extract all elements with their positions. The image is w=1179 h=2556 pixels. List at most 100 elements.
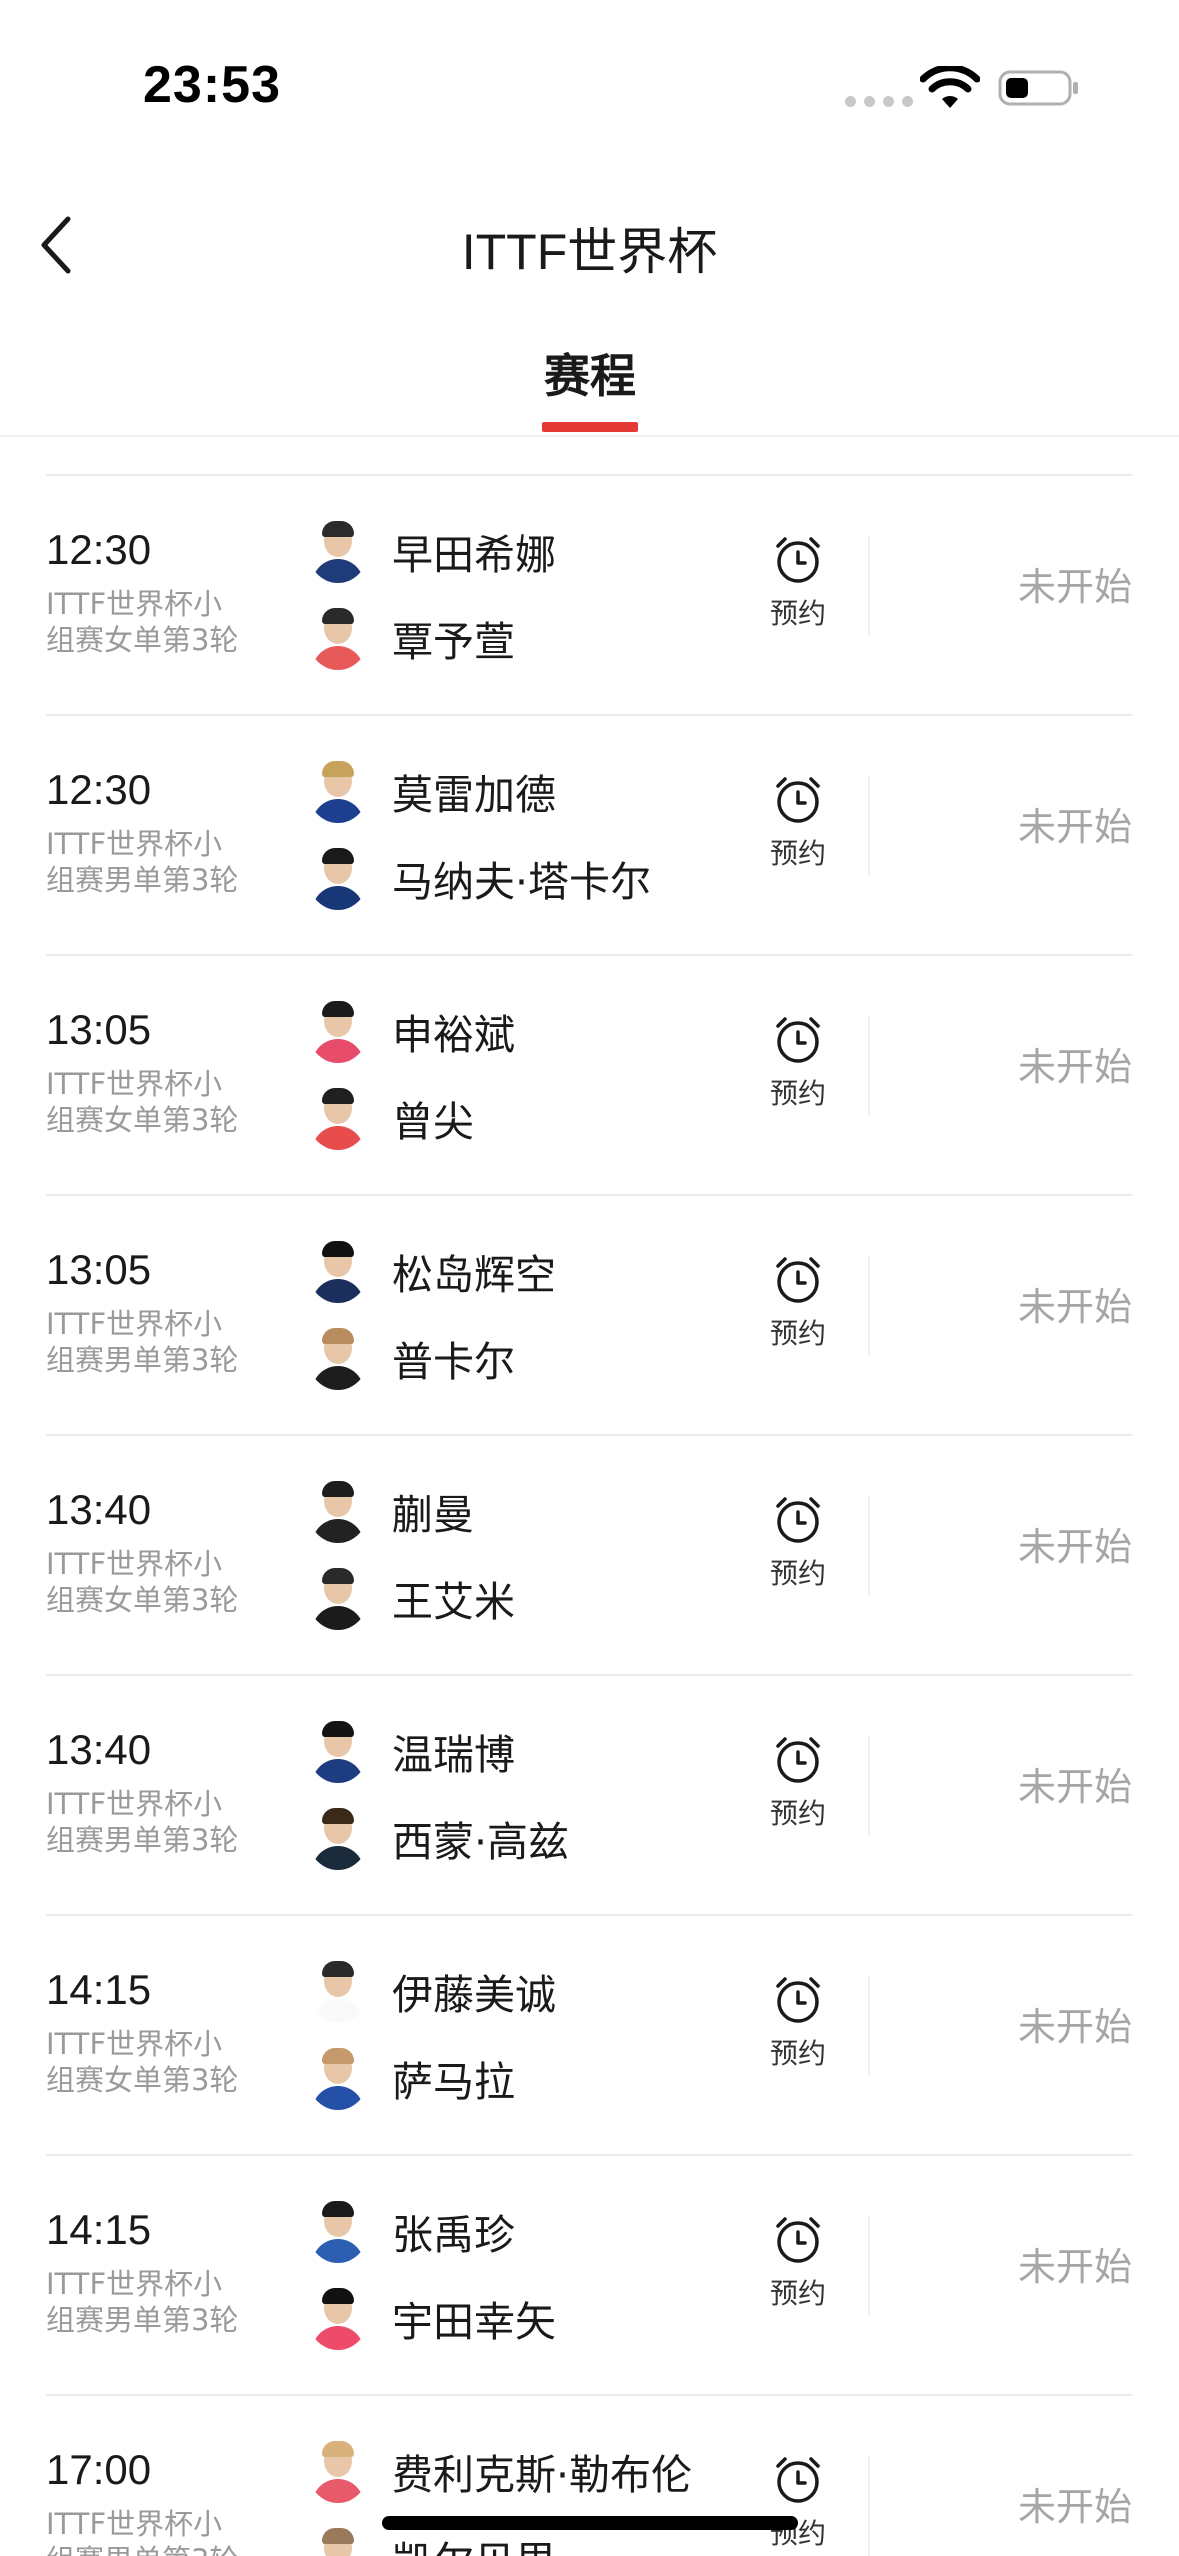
reserve-label: 预约 [769, 2277, 826, 2310]
match-row[interactable]: 12:30 ITTF世界杯小 组赛女单第3轮 早田希娜 覃予萱 预约 未开始 [46, 476, 1132, 716]
player-one[interactable]: 松岛辉空 [308, 1236, 556, 1306]
match-description: ITTF世界杯小 组赛女单第3轮 [46, 586, 266, 658]
player-one[interactable]: 温瑞博 [308, 1716, 515, 1786]
alarm-clock-icon [776, 777, 820, 823]
navigation-bar: ITTF世界杯 [0, 170, 1179, 310]
player-avatar [308, 2199, 368, 2263]
alarm-clock-icon [776, 2217, 820, 2263]
player-avatar [308, 519, 368, 583]
player-name: 曾尖 [392, 1098, 474, 1146]
player-one[interactable]: 伊藤美诚 [308, 1956, 556, 2026]
player-one[interactable]: 申裕斌 [308, 996, 515, 1066]
player-name: 宇田幸矢 [392, 2298, 556, 2346]
player-one[interactable]: 费利克斯·勒布伦 [308, 2436, 692, 2506]
player-name: 萨马拉 [392, 2058, 515, 2106]
battery-icon [998, 70, 1078, 106]
match-description-line: 组赛男单第3轮 [46, 2542, 266, 2556]
match-status: 未开始 [1017, 1285, 1132, 1329]
reserve-label: 预约 [769, 597, 826, 630]
match-status: 未开始 [1017, 2485, 1132, 2529]
divider [868, 1016, 870, 1116]
player-name: 松岛辉空 [392, 1251, 556, 1299]
player-avatar [308, 846, 368, 910]
divider [868, 2216, 870, 2316]
player-avatar [308, 1239, 368, 1303]
player-two[interactable]: 西蒙·高兹 [308, 1803, 569, 1873]
match-row[interactable]: 14:15 ITTF世界杯小 组赛女单第3轮 伊藤美诚 萨马拉 预约 未开始 [46, 1916, 1132, 2156]
match-status: 未开始 [1017, 2005, 1132, 2049]
player-one[interactable]: 蒯曼 [308, 1476, 474, 1546]
divider [868, 536, 870, 636]
player-two[interactable]: 覃予萱 [308, 603, 515, 673]
tab-bar: 赛程 [0, 320, 1179, 437]
alarm-clock-icon [776, 1497, 820, 1543]
player-name: 费利克斯·勒布伦 [392, 2451, 693, 2499]
wifi-icon [920, 66, 980, 108]
match-row[interactable]: 13:05 ITTF世界杯小 组赛男单第3轮 松岛辉空 普卡尔 预约 未开始 [46, 1196, 1132, 1436]
tab-schedule[interactable]: 赛程 [520, 340, 660, 406]
reserve-button[interactable]: 预约 [752, 1734, 844, 1832]
match-row[interactable]: 12:30 ITTF世界杯小 组赛男单第3轮 莫雷加德 马纳夫·塔卡尔 预约 未… [46, 716, 1132, 956]
alarm-clock-icon [776, 1977, 820, 2023]
status-bar: 23:53 [0, 0, 1179, 170]
reserve-button[interactable]: 预约 [752, 1974, 844, 2072]
player-avatar [308, 606, 368, 670]
player-name: 王艾米 [392, 1578, 515, 1626]
match-description-line: 组赛女单第3轮 [46, 1583, 239, 1617]
reserve-button[interactable]: 预约 [752, 2214, 844, 2312]
match-status: 未开始 [1017, 2245, 1132, 2289]
player-two[interactable]: 普卡尔 [308, 1323, 515, 1393]
player-two[interactable]: 宇田幸矢 [308, 2283, 556, 2353]
match-row[interactable]: 13:05 ITTF世界杯小 组赛女单第3轮 申裕斌 曾尖 预约 未开始 [46, 956, 1132, 1196]
match-time: 12:30 [46, 766, 152, 813]
reserve-button[interactable]: 预约 [752, 2454, 844, 2552]
match-description: ITTF世界杯小 组赛女单第3轮 [46, 1066, 266, 1138]
reserve-button[interactable]: 预约 [752, 1494, 844, 1592]
match-time: 13:05 [46, 1006, 152, 1053]
reserve-label: 预约 [769, 1557, 826, 1590]
player-two[interactable]: 马纳夫·塔卡尔 [308, 843, 651, 913]
player-avatar [308, 759, 368, 823]
player-two[interactable]: 王艾米 [308, 1563, 515, 1633]
match-description-line: 组赛男单第3轮 [46, 863, 239, 897]
player-one[interactable]: 莫雷加德 [308, 756, 556, 826]
match-status: 未开始 [1017, 1765, 1132, 1809]
match-row[interactable]: 17:00 ITTF世界杯小 组赛男单第3轮 费利克斯·勒布伦 凯尔贝里 [46, 2396, 1132, 2556]
match-description-line: 组赛女单第3轮 [46, 1103, 239, 1137]
divider [868, 2456, 870, 2556]
player-one[interactable]: 张禹珍 [308, 2196, 515, 2266]
player-avatar [308, 1719, 368, 1783]
reserve-button[interactable]: 预约 [752, 1254, 844, 1352]
alarm-clock-icon [776, 1017, 820, 1063]
match-status: 未开始 [1017, 805, 1132, 849]
match-description: ITTF世界杯小 组赛男单第3轮 [46, 2506, 266, 2556]
reserve-button[interactable]: 预约 [752, 774, 844, 872]
match-description-line: 组赛女单第3轮 [46, 623, 239, 657]
player-name: 伊藤美诚 [392, 1971, 556, 2019]
match-time: 17:00 [46, 2446, 152, 2493]
match-row[interactable]: 13:40 ITTF世界杯小 组赛女单第3轮 蒯曼 王艾米 预约 未开始 [46, 1436, 1132, 1676]
alarm-clock-icon [776, 537, 820, 583]
match-description: ITTF世界杯小 组赛男单第3轮 [46, 1306, 266, 1378]
player-two[interactable]: 曾尖 [308, 1083, 474, 1153]
alarm-clock-icon [776, 1257, 820, 1303]
player-name: 凯尔贝里 [392, 2528, 556, 2556]
player-avatar [308, 2286, 368, 2350]
player-avatar [308, 1566, 368, 1630]
reserve-button[interactable]: 预约 [752, 534, 844, 632]
reserve-button[interactable]: 预约 [752, 1014, 844, 1112]
status-time: 23:53 [143, 56, 281, 114]
reserve-label: 预约 [769, 1317, 826, 1350]
player-two[interactable]: 萨马拉 [308, 2043, 515, 2113]
match-time: 13:40 [46, 1726, 152, 1773]
alarm-clock-icon [776, 2457, 820, 2503]
match-row[interactable]: 13:40 ITTF世界杯小 组赛男单第3轮 温瑞博 西蒙·高兹 预约 未开始 [46, 1676, 1132, 1916]
match-row[interactable]: 14:15 ITTF世界杯小 组赛男单第3轮 张禹珍 宇田幸矢 预约 未开始 [46, 2156, 1132, 2396]
match-time: 14:15 [46, 2206, 152, 2253]
match-description: ITTF世界杯小 组赛男单第3轮 [46, 2266, 266, 2338]
player-name: 温瑞博 [392, 1731, 515, 1779]
match-description-line: 组赛男单第3轮 [46, 1823, 239, 1857]
match-description-line: ITTF世界杯小 [46, 1787, 223, 1821]
match-description: ITTF世界杯小 组赛男单第3轮 [46, 826, 266, 898]
player-one[interactable]: 早田希娜 [308, 516, 556, 586]
